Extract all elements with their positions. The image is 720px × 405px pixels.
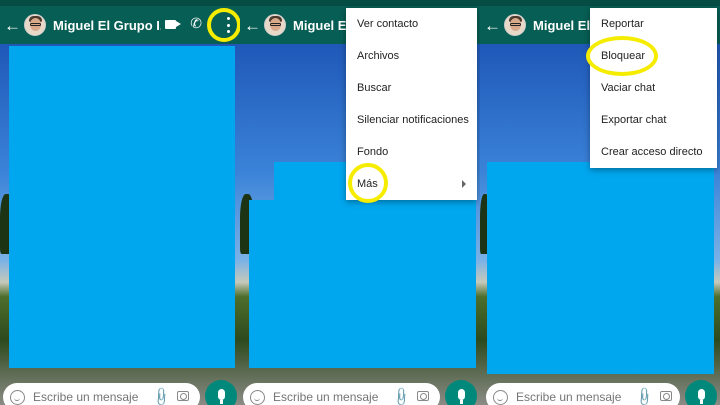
emoji-icon[interactable] [10,389,25,405]
message-composer: 📎 [3,383,200,405]
camera-icon[interactable] [417,391,429,401]
arrow-back-icon[interactable]: ← [4,17,22,34]
menu-item-ver-contacto[interactable]: Ver contacto [346,8,477,40]
mic-button[interactable] [205,380,237,405]
phone-icon[interactable]: ✆ [190,16,202,30]
menu-item-crear-acceso-directo[interactable]: Crear acceso directo [590,136,717,168]
contact-name[interactable]: Miguel El Grupo I... [53,18,161,33]
attach-icon[interactable]: 📎 [390,386,412,405]
attach-icon[interactable]: 📎 [150,386,172,405]
message-input[interactable] [273,390,383,404]
highlight-circle [348,163,388,203]
camera-icon[interactable] [660,391,672,401]
arrow-back-icon[interactable]: ← [484,17,502,34]
camera-icon[interactable] [177,391,189,401]
mic-icon [217,388,225,404]
mic-icon [457,388,465,404]
emoji-icon[interactable] [250,389,265,405]
highlight-circle [586,36,658,76]
screenshot-panel-1: ← Miguel El Grupo I... ✆ 📎 [0,0,240,405]
emoji-icon[interactable] [493,389,508,405]
screenshot-panel-3: ← Miguel El Gru Reportar Bloquear Vaciar… [480,0,720,405]
menu-item-buscar[interactable]: Buscar [346,72,477,104]
chat-app-bar: ← Miguel El Grupo I... ✆ [0,6,240,44]
redacted-messages [249,200,476,368]
message-composer: 📎 [486,383,680,405]
menu-item-archivos[interactable]: Archivos [346,40,477,72]
videocam-icon[interactable] [165,20,181,29]
message-input[interactable] [33,390,143,404]
highlight-circle [207,8,240,42]
overflow-menu: Reportar Bloquear Vaciar chat Exportar c… [590,8,717,168]
avatar[interactable] [24,14,46,36]
avatar[interactable] [264,14,286,36]
menu-item-reportar[interactable]: Reportar [590,8,717,40]
mic-button[interactable] [445,380,477,405]
attach-icon[interactable]: 📎 [633,386,655,405]
arrow-back-icon[interactable]: ← [244,17,262,34]
message-input[interactable] [516,390,626,404]
redacted-messages [9,46,235,368]
menu-item-exportar-chat[interactable]: Exportar chat [590,104,717,136]
redacted-messages [487,162,714,374]
mic-icon [697,388,705,404]
avatar[interactable] [504,14,526,36]
submenu-arrow-icon [462,180,466,188]
menu-item-silenciar[interactable]: Silenciar notificaciones [346,104,477,136]
menu-item-vaciar-chat[interactable]: Vaciar chat [590,72,717,104]
mic-button[interactable] [685,380,717,405]
screenshot-panel-2: ← Miguel El Gru Ver contacto Archivos Bu… [240,0,480,405]
message-composer: 📎 [243,383,440,405]
